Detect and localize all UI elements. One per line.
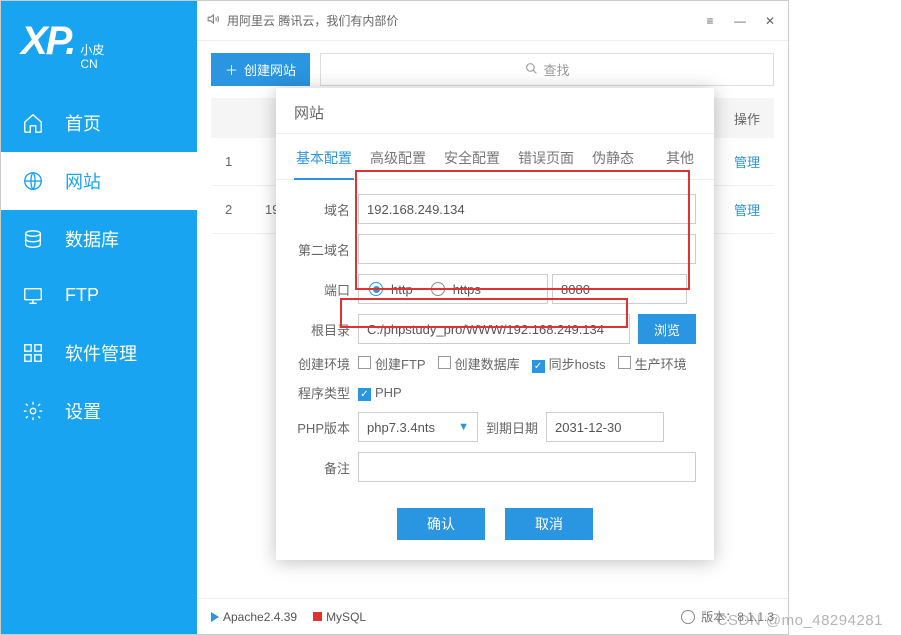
row-index: 1 (225, 154, 265, 169)
protocol-group: http https (358, 274, 548, 304)
chk-php[interactable]: PHP (358, 385, 402, 401)
close-button[interactable]: ✕ (762, 13, 778, 29)
label-note: 备注 (294, 458, 358, 477)
database-icon (21, 227, 45, 251)
note-input[interactable] (358, 452, 696, 482)
port-input[interactable] (552, 274, 687, 304)
service-label: MySQL (326, 610, 366, 624)
logo-sub: 小皮CN (80, 43, 104, 72)
root-input[interactable] (358, 314, 630, 344)
button-label: 创建网站 (244, 60, 296, 79)
search-label: 查找 (544, 60, 570, 79)
manage-link[interactable]: 管理 (734, 200, 760, 219)
nav-label: FTP (65, 285, 99, 306)
browse-button[interactable]: 浏览 (638, 314, 696, 344)
info-icon (681, 610, 695, 624)
nav-ftp[interactable]: FTP (1, 268, 197, 324)
menu-icon[interactable]: ≡ (702, 13, 718, 29)
tab-other[interactable]: 其他 (664, 144, 696, 179)
statusbar: Apache2.4.39 MySQL 版本：8.1.1.3 (197, 598, 788, 634)
nav-label: 软件管理 (65, 340, 137, 366)
row-index: 2 (225, 202, 265, 217)
dialog-form: 域名 第二域名 端口 http https 根目录 浏览 创建环境 创建FTP … (276, 180, 714, 496)
sidebar: XP. 小皮CN 首页 网站 数据库 FTP 软件管理 设置 (1, 1, 197, 634)
phpver-select[interactable]: php7.3.4nts▼ (358, 412, 478, 442)
ok-button[interactable]: 确认 (397, 508, 485, 540)
titlebar: 用阿里云 腾讯云，我们有内部价 ≡ — ✕ (197, 1, 788, 41)
chk-prod[interactable]: 生产环境 (618, 354, 687, 373)
tab-basic[interactable]: 基本配置 (294, 144, 354, 180)
nav-label: 首页 (65, 110, 101, 136)
tab-advanced[interactable]: 高级配置 (368, 144, 428, 179)
nav-database[interactable]: 数据库 (1, 210, 197, 268)
play-icon (211, 612, 219, 622)
grid-icon (21, 341, 45, 365)
tab-rewrite[interactable]: 伪静态 (590, 144, 636, 179)
label-env: 创建环境 (294, 354, 358, 373)
watermark: CSDN @mo_48294281 (717, 612, 883, 629)
nav-home[interactable]: 首页 (1, 94, 197, 152)
nav-settings[interactable]: 设置 (1, 382, 197, 440)
radio-https[interactable]: https (431, 282, 481, 297)
label-port: 端口 (294, 280, 358, 299)
radio-http[interactable]: http (369, 282, 413, 297)
domain2-input[interactable] (358, 234, 696, 264)
minimize-button[interactable]: — (732, 13, 748, 29)
col-operation: 操作 (734, 109, 760, 128)
manage-link[interactable]: 管理 (734, 152, 760, 171)
label-domain: 域名 (294, 200, 358, 219)
plus-icon: ＋ (225, 60, 238, 79)
speaker-icon (207, 12, 221, 29)
tab-error[interactable]: 错误页面 (516, 144, 576, 179)
expire-input[interactable] (546, 412, 664, 442)
create-site-button[interactable]: ＋ 创建网站 (211, 53, 310, 86)
nav-label: 网站 (65, 168, 101, 194)
service-label: Apache2.4.39 (223, 610, 297, 624)
monitor-icon (21, 284, 45, 308)
chk-ftp[interactable]: 创建FTP (358, 354, 426, 373)
nav-site[interactable]: 网站 (1, 152, 197, 210)
dialog-tabs: 基本配置 高级配置 安全配置 错误页面 伪静态 其他 (276, 134, 714, 180)
chevron-down-icon: ▼ (458, 421, 469, 433)
nav-software[interactable]: 软件管理 (1, 324, 197, 382)
home-icon (21, 111, 45, 135)
search-icon (525, 62, 538, 78)
label-expire: 到期日期 (486, 418, 538, 437)
stop-icon (313, 612, 322, 621)
site-dialog: 网站 基本配置 高级配置 安全配置 错误页面 伪静态 其他 域名 第二域名 端口… (276, 88, 714, 560)
cancel-button[interactable]: 取消 (505, 508, 593, 540)
chk-db[interactable]: 创建数据库 (438, 354, 520, 373)
label-root: 根目录 (294, 320, 358, 339)
service-mysql[interactable]: MySQL (313, 610, 366, 624)
label-phpver: PHP版本 (294, 418, 358, 437)
announcement-text: 用阿里云 腾讯云，我们有内部价 (227, 12, 398, 29)
dialog-title: 网站 (276, 88, 714, 134)
label-ptype: 程序类型 (294, 383, 358, 402)
nav-label: 数据库 (65, 226, 119, 252)
tab-security[interactable]: 安全配置 (442, 144, 502, 179)
logo-xp: XP. (21, 19, 74, 64)
label-domain2: 第二域名 (294, 240, 358, 259)
service-apache[interactable]: Apache2.4.39 (211, 610, 297, 624)
domain-input[interactable] (358, 194, 696, 224)
chk-hosts[interactable]: 同步hosts (532, 354, 606, 373)
nav-label: 设置 (65, 398, 101, 424)
globe-icon (21, 169, 45, 193)
logo: XP. 小皮CN (1, 1, 197, 94)
gear-icon (21, 399, 45, 423)
search-box[interactable]: 查找 (320, 53, 774, 86)
